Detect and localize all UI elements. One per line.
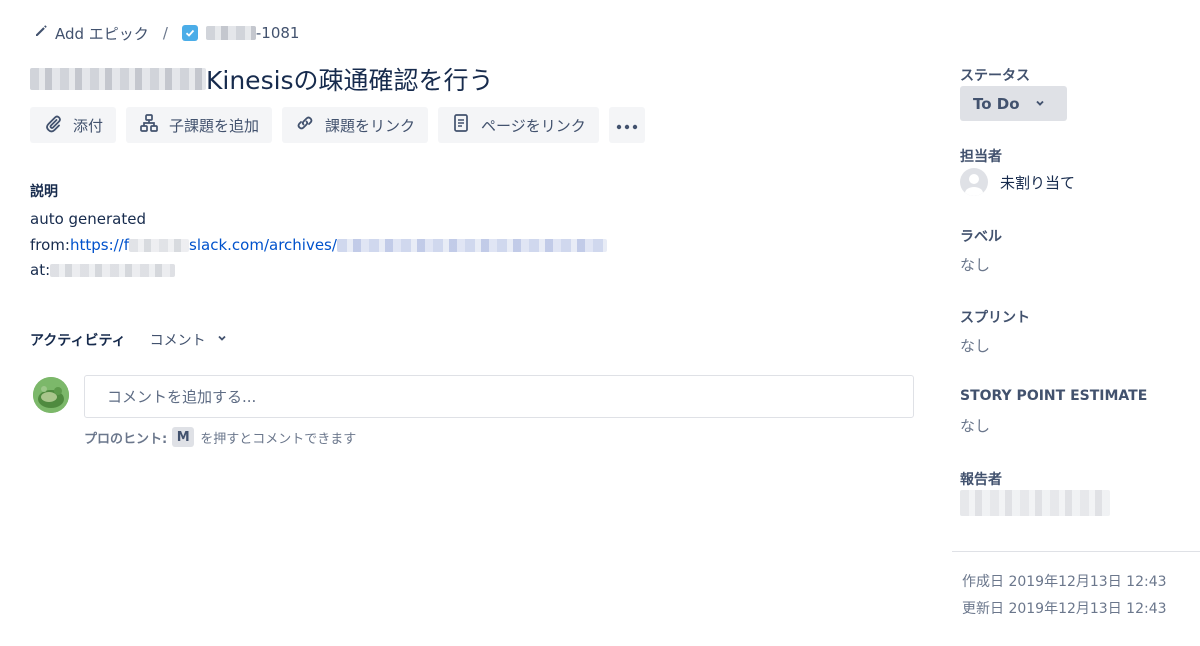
labels-value[interactable]: なし (960, 254, 990, 275)
hierarchy-icon (139, 113, 159, 137)
story-point-label: STORY POINT ESTIMATE (960, 388, 1148, 404)
keyboard-shortcut-key: M (172, 427, 195, 447)
breadcrumb-separator: / (162, 24, 168, 42)
attach-button[interactable]: 添付 (30, 107, 117, 143)
hint-text: を押すとコメントできます (200, 431, 357, 447)
hint-label: プロのヒント: (84, 431, 168, 447)
description-body[interactable]: auto generated from: https://f slack.com… (30, 207, 607, 284)
description-from-line: from: https://f slack.com/archives/ (30, 233, 607, 259)
breadcrumb: Add エピック / -1081 (34, 22, 299, 44)
status-label: ステータス (960, 68, 1030, 84)
attach-label: 添付 (73, 116, 104, 135)
add-child-issue-label: 子課題を追加 (169, 116, 260, 135)
link-issue-button[interactable]: 課題をリンク (282, 107, 429, 143)
issue-key-suffix: -1081 (255, 24, 300, 42)
sprint-label: スプリント (960, 310, 1030, 326)
more-icon (616, 116, 638, 134)
chevron-down-icon (1034, 95, 1046, 113)
updated-date: 更新日 2019年12月13日 12:43 (962, 601, 1167, 617)
activity-header: アクティビティ コメント (30, 330, 228, 350)
comment-input[interactable]: コメントを追加する... (84, 375, 914, 418)
from-label: from: (30, 235, 70, 254)
story-point-value[interactable]: なし (960, 415, 990, 436)
pencil-icon (34, 24, 48, 42)
created-date: 作成日 2019年12月13日 12:43 (962, 574, 1167, 590)
assignee-label: 担当者 (960, 149, 1002, 165)
link-page-label: ページをリンク (481, 116, 586, 135)
description-at-line: at: (30, 258, 607, 284)
redacted-title-prefix (30, 68, 206, 90)
page-icon (451, 113, 471, 137)
link-page-button[interactable]: ページをリンク (438, 107, 599, 143)
link-icon (295, 113, 315, 137)
issue-toolbar: 添付 子課題を追加 課題をリンク ページをリンク (30, 107, 645, 143)
assignee-value: 未割り当て (1000, 173, 1076, 192)
at-label: at: (30, 261, 51, 279)
description-line: auto generated (30, 210, 147, 228)
add-epic-label: Add エピック (55, 24, 149, 43)
chevron-down-icon (216, 332, 228, 348)
story-checkbox-icon (181, 25, 198, 41)
more-actions-button[interactable] (608, 107, 645, 143)
redacted-timestamp (50, 264, 176, 278)
issue-title[interactable]: Kinesisの疎通確認を行う (30, 60, 494, 98)
activity-filter-dropdown[interactable]: コメント (150, 330, 228, 350)
link-issue-label: 課題をリンク (325, 116, 416, 135)
activity-filter-value: コメント (149, 333, 206, 349)
activity-label: アクティビティ (30, 333, 126, 349)
sprint-value[interactable]: なし (960, 335, 990, 356)
description-heading: 説明 (30, 184, 58, 200)
status-value: To Do (973, 94, 1020, 113)
issue-title-text: Kinesisの疎通確認を行う (206, 66, 494, 95)
status-dropdown[interactable]: To Do (960, 86, 1067, 121)
add-epic-link[interactable]: Add エピック (34, 23, 149, 44)
reporter-label: 報告者 (960, 472, 1002, 488)
slack-archive-link[interactable]: https://f slack.com/archives/ (70, 233, 607, 259)
labels-label: ラベル (960, 229, 1002, 245)
sidebar-divider (952, 551, 1200, 552)
redacted-reporter (960, 490, 1110, 516)
comment-hint: プロのヒント: M を押すとコメントできます (84, 427, 356, 447)
current-user-avatar (33, 377, 69, 413)
add-child-issue-button[interactable]: 子課題を追加 (126, 107, 273, 143)
unassigned-avatar-icon (960, 168, 988, 196)
issue-key: -1081 (205, 24, 300, 42)
paperclip-icon (43, 113, 63, 137)
reporter-field[interactable] (960, 490, 1110, 518)
assignee-field[interactable]: 未割り当て (960, 168, 1075, 196)
issue-key-link[interactable]: -1081 (181, 24, 300, 42)
